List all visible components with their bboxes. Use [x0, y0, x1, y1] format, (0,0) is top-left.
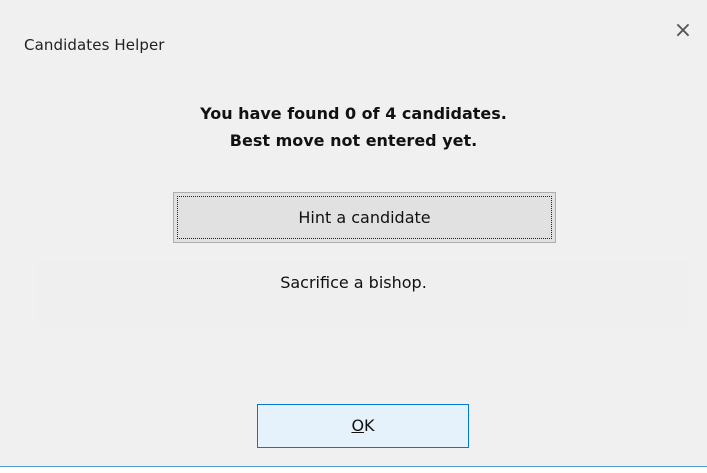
ok-label-rest: K [364, 416, 375, 435]
found-count-message: You have found 0 of 4 candidates. [200, 104, 507, 123]
hint-text: Sacrifice a bishop. [280, 273, 427, 292]
dialog-title: Candidates Helper [24, 36, 165, 54]
candidates-helper-dialog: Candidates Helper × You have found 0 of … [0, 0, 707, 473]
hint-candidate-button[interactable]: Hint a candidate [173, 192, 556, 243]
hint-text-panel [38, 260, 688, 326]
ok-mnemonic: O [351, 416, 365, 435]
ok-button[interactable]: OK [257, 404, 469, 448]
dialog-bottom-strip [0, 467, 707, 473]
close-icon[interactable]: × [664, 14, 702, 48]
ok-label: OK [258, 405, 468, 447]
best-move-message: Best move not entered yet. [229, 131, 478, 150]
hint-candidate-label: Hint a candidate [298, 208, 431, 227]
